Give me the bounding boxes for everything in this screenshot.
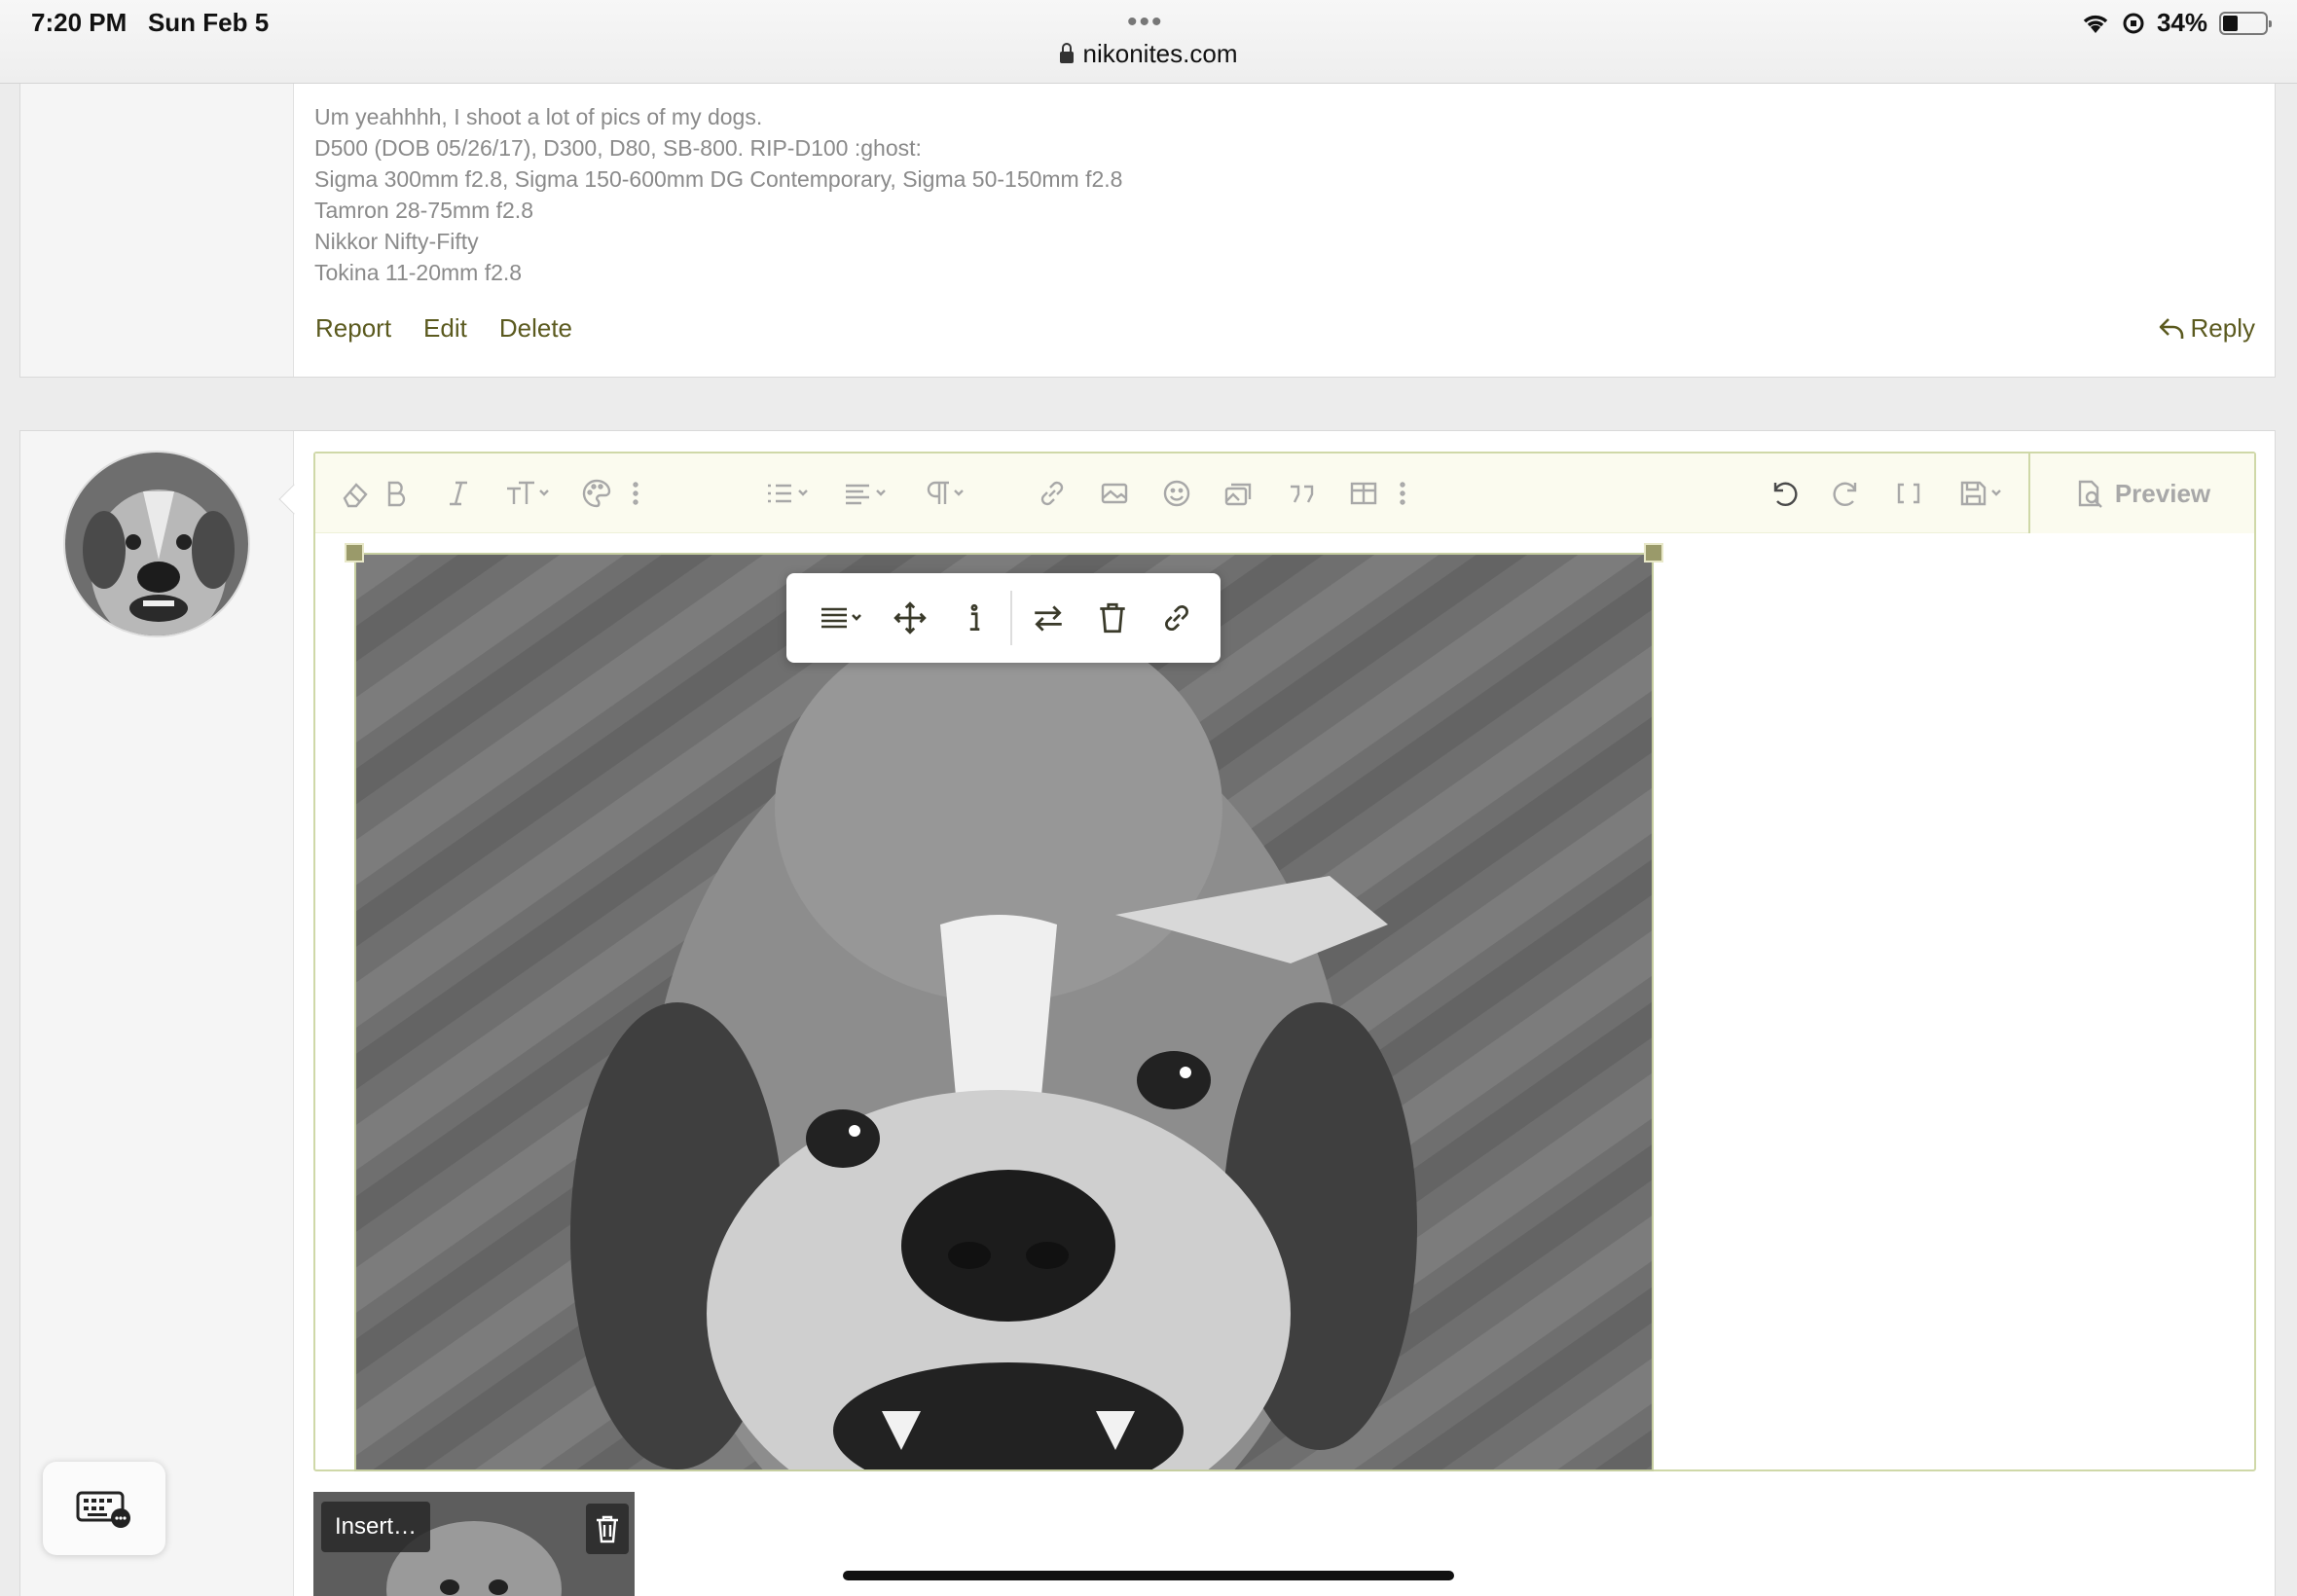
text-size-icon[interactable] <box>492 469 561 518</box>
list-icon[interactable] <box>755 469 820 518</box>
post-signature: Um yeahhhh, I shoot a lot of pics of my … <box>314 101 1122 288</box>
italic-icon[interactable] <box>434 469 483 518</box>
post-user-column <box>20 431 294 1596</box>
battery-percent: 34% <box>2156 8 2207 37</box>
resize-handle-top-left[interactable] <box>345 543 364 562</box>
post-user-column <box>20 84 294 377</box>
trash-icon <box>597 1515 618 1543</box>
paragraph-icon[interactable] <box>911 469 975 518</box>
reply-label: Reply <box>2190 313 2255 343</box>
edit-link[interactable]: Edit <box>423 313 467 344</box>
replace-icon[interactable] <box>1016 589 1080 647</box>
resize-handle-top-right[interactable] <box>1644 543 1663 562</box>
keyboard-toggle-button[interactable] <box>43 1462 165 1555</box>
preview-icon <box>2078 480 2102 508</box>
battery-icon <box>2219 11 2272 35</box>
previous-post: Um yeahhhh, I shoot a lot of pics of my … <box>19 84 2276 378</box>
home-indicator[interactable] <box>843 1571 1454 1580</box>
preview-button[interactable]: Preview <box>2028 453 2254 533</box>
more-icon[interactable] <box>1388 469 1417 518</box>
signature-line: Nikkor Nifty-Fifty <box>314 229 479 254</box>
table-icon[interactable] <box>1339 469 1388 518</box>
bold-icon[interactable] <box>372 469 420 518</box>
address-bar[interactable]: nikonites.com <box>0 39 2297 69</box>
signature-line: Um yeahhhh, I shoot a lot of pics of my … <box>314 104 763 129</box>
bbcode-icon[interactable] <box>1884 469 1933 518</box>
editor-toolbar: Preview <box>315 453 2254 533</box>
image-edit-popup <box>786 573 1221 663</box>
status-indicators: 34% <box>2081 8 2272 38</box>
gallery-icon[interactable] <box>1215 469 1263 518</box>
dog-photo <box>356 555 1652 1469</box>
link-icon[interactable] <box>1028 469 1076 518</box>
save-icon[interactable] <box>1947 469 2015 518</box>
quote-icon[interactable] <box>1277 469 1326 518</box>
attachment-thumbnail[interactable]: Insert… <box>313 1492 635 1596</box>
reply-icon <box>2159 317 2183 339</box>
image-icon[interactable] <box>1090 469 1139 518</box>
orientation-lock-icon <box>2123 13 2144 33</box>
more-icon[interactable] <box>621 469 650 518</box>
move-icon[interactable] <box>878 589 942 647</box>
post-actions: Report Edit Delete <box>315 313 572 344</box>
wifi-icon <box>2083 15 2108 33</box>
undo-icon[interactable] <box>1760 469 1808 518</box>
url-text: nikonites.com <box>1082 39 1238 68</box>
redo-icon[interactable] <box>1822 469 1871 518</box>
lock-icon <box>1059 43 1074 63</box>
link-icon[interactable] <box>1145 589 1209 647</box>
trash-icon[interactable] <box>1080 589 1145 647</box>
popup-divider <box>1010 591 1012 645</box>
rich-text-editor[interactable]: Preview <box>313 452 2256 1471</box>
signature-line: Tokina 11-20mm f2.8 <box>314 260 523 285</box>
signature-line: Sigma 300mm f2.8, Sigma 150-600mm DG Con… <box>314 166 1123 192</box>
align-icon[interactable] <box>833 469 897 518</box>
smiley-icon[interactable] <box>1152 469 1201 518</box>
dog-avatar-image <box>65 453 248 635</box>
keyboard-icon <box>76 1491 130 1528</box>
status-time: 7:20 PM Sun Feb 5 <box>31 8 270 37</box>
reply-button[interactable]: Reply <box>2158 313 2255 344</box>
align-icon[interactable] <box>804 589 878 647</box>
tab-menu-dots-icon[interactable]: ••• <box>1127 6 1164 39</box>
report-link[interactable]: Report <box>315 313 391 344</box>
signature-line: Tamron 28-75mm f2.8 <box>314 198 533 223</box>
inserted-dog-image[interactable] <box>354 553 1654 1471</box>
browser-status-bar: 7:20 PM Sun Feb 5 ••• nikonites.com 34% <box>0 0 2297 84</box>
insert-button[interactable]: Insert… <box>321 1502 431 1552</box>
avatar[interactable] <box>63 451 250 637</box>
delete-link[interactable]: Delete <box>499 313 572 344</box>
signature-line: D500 (DOB 05/26/17), D300, D80, SB-800. … <box>314 135 922 161</box>
delete-attachment-button[interactable] <box>586 1504 629 1554</box>
palette-icon[interactable] <box>572 469 621 518</box>
alt-text-icon[interactable] <box>942 589 1006 647</box>
preview-label: Preview <box>2114 478 2211 508</box>
